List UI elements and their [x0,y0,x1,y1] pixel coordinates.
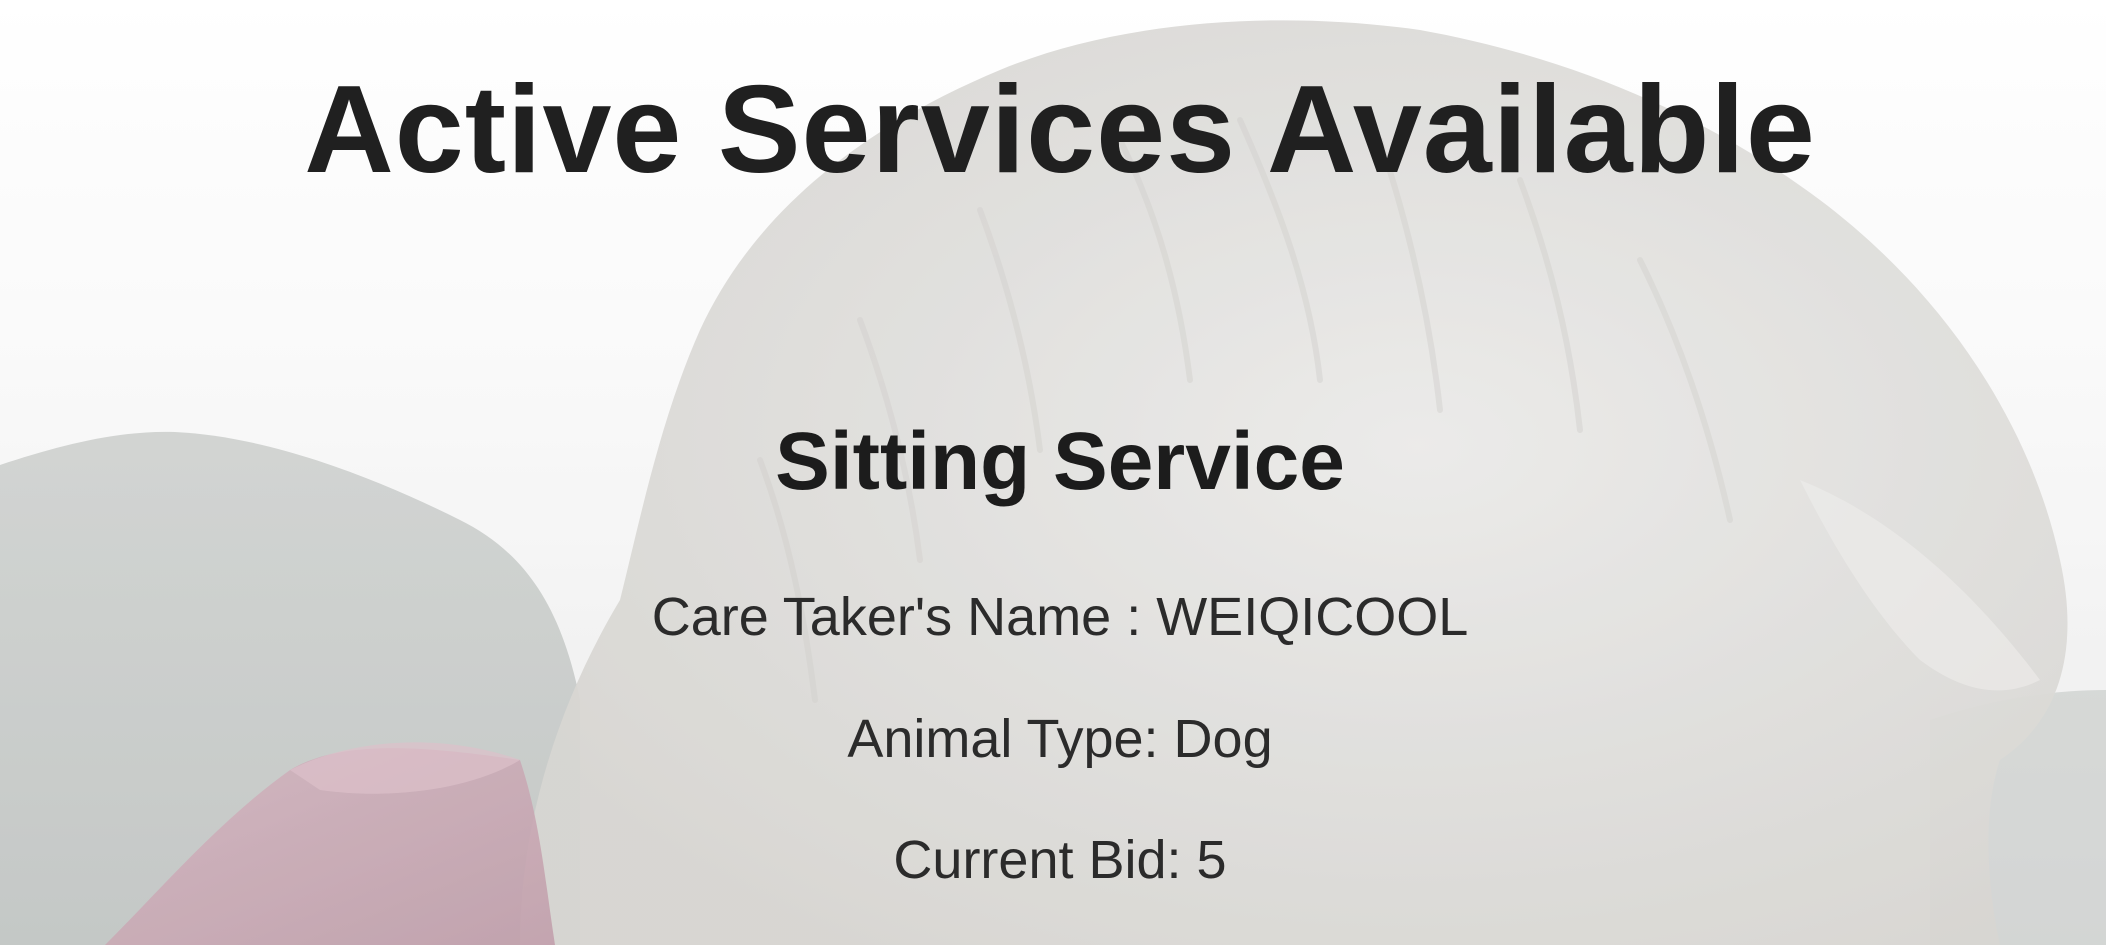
animal-type: Animal Type: Dog [847,709,1273,769]
caretaker-name: Care Taker's Name : WEIQICOOL [651,587,1469,647]
main-content: Active Services Available Sitting Servic… [0,0,2106,945]
service-card: Sitting Service Care Taker's Name : WEIQ… [560,400,1560,920]
current-bid: Current Bid: 5 [893,830,1227,890]
service-title: Sitting Service [775,416,1345,507]
page-title: Active Services Available [304,61,1816,199]
